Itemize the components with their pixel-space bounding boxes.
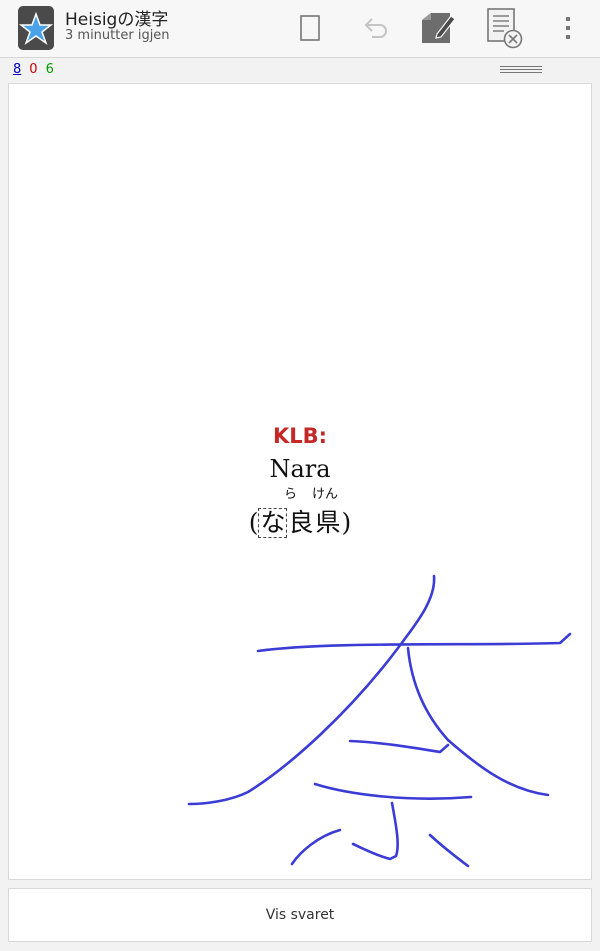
kanji-line: (な 良県): [0, 503, 600, 539]
undo-button[interactable]: [352, 6, 400, 50]
kanji-ryou: 良: [288, 508, 314, 537]
kanji-ken: 県: [315, 508, 341, 537]
open-paren: (: [248, 508, 259, 537]
learning-count: 0: [29, 62, 38, 77]
card-counts: 806: [13, 62, 62, 77]
edit-note-icon: [422, 13, 456, 43]
furigana-ken: けん: [312, 487, 339, 502]
overflow-menu-button[interactable]: [544, 6, 592, 50]
card-label: KLB:: [272, 424, 328, 448]
bury-card-button[interactable]: [480, 6, 528, 50]
undo-icon: [364, 18, 387, 38]
card-word: Nara: [269, 455, 331, 483]
star-icon: [19, 12, 53, 45]
whiteboard-icon: [300, 15, 320, 41]
target-kana: な: [258, 508, 288, 538]
action-bar: Heisigの漢字 3 minutter igjen: [0, 0, 600, 58]
time-remaining: 3 minutter igjen: [65, 28, 170, 43]
new-count: 8: [13, 62, 22, 77]
app-icon[interactable]: [18, 6, 54, 50]
whiteboard-button[interactable]: [286, 6, 334, 50]
close-paren: ): [341, 508, 352, 537]
deck-title: Heisigの漢字: [65, 10, 169, 30]
show-answer-button[interactable]: Vis svaret: [8, 888, 592, 942]
furigana-ra: ら: [284, 487, 298, 502]
edit-note-button[interactable]: [414, 6, 462, 50]
overflow-menu-icon: [566, 17, 570, 39]
bury-card-icon: [487, 8, 523, 49]
review-count: 6: [45, 62, 54, 77]
whiteboard-drag-handle[interactable]: [500, 66, 542, 73]
